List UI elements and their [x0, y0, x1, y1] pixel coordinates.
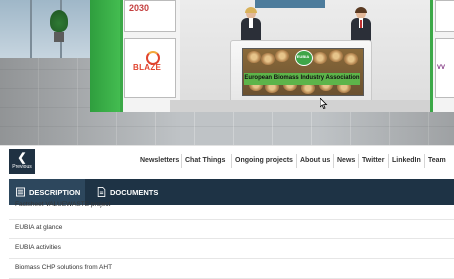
chevron-left-icon: ❮	[17, 152, 27, 164]
nav-about-us[interactable]: About us	[300, 157, 330, 164]
poster-top-text: 2030	[129, 3, 150, 13]
nav-news[interactable]: News	[337, 157, 355, 164]
video-screen[interactable]	[255, 0, 325, 8]
poster-top-left[interactable]: 2030	[124, 0, 176, 32]
tab-documents-label: DOCUMENTS	[110, 188, 159, 197]
plant-decoration	[50, 10, 68, 42]
document-title: Biomass CHP solutions from AHT	[15, 264, 113, 271]
blaze-logo: BLAZE	[133, 63, 162, 72]
poster-top-right[interactable]	[435, 0, 454, 32]
nav-ongoing-projects[interactable]: Ongoing projects	[235, 157, 293, 164]
booth-scene: 2030 BLAZE EUBIA European Biomass Indust…	[0, 0, 454, 145]
eubia-badge-text: EUBIA	[296, 54, 310, 59]
avatar-host-male[interactable]	[350, 7, 372, 42]
document-title: Factsheet VALUEWASTE project	[15, 201, 111, 208]
previous-button[interactable]: ❮ Previous	[9, 149, 35, 174]
document-title: EUBIA at glance	[15, 224, 63, 231]
description-icon	[16, 187, 25, 197]
avatar-host-female[interactable]	[240, 7, 262, 42]
nav-twitter[interactable]: Twitter	[362, 157, 384, 164]
booth-navbar: ❮ Previous Newsletters Chat Things Ongoi…	[0, 145, 454, 176]
previous-label: Previous	[12, 164, 32, 170]
nav-newsletters[interactable]: Newsletters	[140, 157, 179, 164]
document-title: EUBIA activities	[15, 244, 61, 251]
desk-banner-title: European Biomass Industry Association	[244, 75, 360, 81]
list-item[interactable]: EUBIA activities	[9, 239, 454, 259]
poster-blaze[interactable]: BLAZE	[124, 38, 176, 98]
poster-bottom-right[interactable]: VV	[435, 38, 454, 98]
mouse-cursor-icon	[320, 98, 328, 110]
list-item[interactable]: EUBIA at glance	[9, 219, 454, 239]
nav-team[interactable]: Team	[428, 157, 446, 164]
document-icon	[97, 187, 106, 197]
tab-description-label: DESCRIPTION	[29, 188, 81, 197]
list-item[interactable]: Factsheet VALUEWASTE project	[9, 200, 454, 220]
right-poster-text: VV	[437, 65, 446, 71]
stage-platform	[170, 100, 445, 112]
nav-chat-things[interactable]: Chat Things	[185, 157, 225, 164]
list-item[interactable]: Biomass CHP solutions from AHT	[9, 259, 454, 279]
nav-linkedin[interactable]: LinkedIn	[392, 157, 421, 164]
